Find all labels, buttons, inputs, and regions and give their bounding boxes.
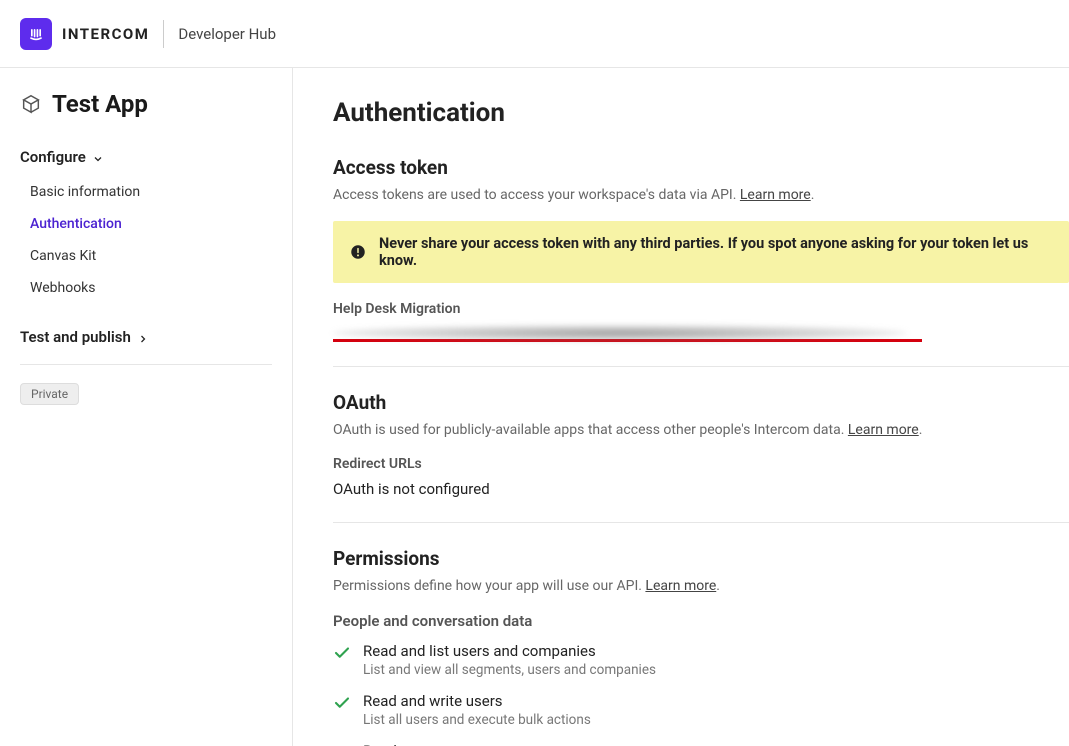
permission-title: Read and write users: [363, 692, 591, 710]
permission-row: Read and write users List all users and …: [333, 692, 1069, 728]
chevron-right-icon: [137, 331, 149, 343]
page-title: Authentication: [333, 98, 1069, 128]
divider: [163, 20, 164, 48]
oauth-desc-text: OAuth is used for publicly-available app…: [333, 422, 848, 438]
configure-subitems: Basic information Authentication Canvas …: [20, 176, 272, 304]
configure-label: Configure: [20, 148, 86, 166]
access-token-learn-more-link[interactable]: Learn more: [740, 187, 811, 203]
permissions-group-title: People and conversation data: [333, 612, 1069, 630]
sidebar-item-webhooks[interactable]: Webhooks: [30, 272, 272, 304]
hub-label[interactable]: Developer Hub: [178, 25, 276, 43]
access-token-desc: Access tokens are used to access your wo…: [333, 187, 1069, 203]
oauth-learn-more-link[interactable]: Learn more: [848, 422, 919, 438]
oauth-heading: OAuth: [333, 391, 1069, 414]
oauth-desc: OAuth is used for publicly-available app…: [333, 422, 1069, 438]
permission-text: Read and write users List all users and …: [363, 692, 591, 728]
configure-section-toggle[interactable]: Configure: [20, 148, 272, 166]
header: INTERCOM Developer Hub: [0, 0, 1069, 68]
app-title-row: Test App: [20, 90, 272, 118]
permission-sub: List all users and execute bulk actions: [363, 712, 591, 728]
permission-row: Read events List all events belonging to…: [333, 742, 1069, 746]
warning-banner: Never share your access token with any t…: [333, 221, 1069, 283]
divider: [333, 366, 1069, 367]
divider: [333, 522, 1069, 523]
sidebar-item-canvas-kit[interactable]: Canvas Kit: [30, 240, 272, 272]
permissions-heading: Permissions: [333, 547, 1069, 570]
test-publish-section-toggle[interactable]: Test and publish: [20, 328, 272, 346]
warning-text: Never share your access token with any t…: [379, 235, 1053, 269]
redirect-urls-label: Redirect URLs: [333, 456, 1069, 472]
check-icon: [333, 644, 351, 662]
sidebar-item-basic-information[interactable]: Basic information: [30, 176, 272, 208]
cube-icon: [20, 93, 42, 115]
sidebar: Test App Configure Basic information Aut…: [0, 68, 293, 746]
divider: [20, 364, 272, 365]
permission-title: Read and list users and companies: [363, 642, 656, 660]
app-title: Test App: [52, 90, 148, 118]
check-icon: [333, 694, 351, 712]
oauth-not-configured: OAuth is not configured: [333, 480, 1069, 498]
permissions-desc-text: Permissions define how your app will use…: [333, 578, 645, 594]
access-token-desc-text: Access tokens are used to access your wo…: [333, 187, 740, 203]
test-publish-label: Test and publish: [20, 328, 131, 346]
token-label: Help Desk Migration: [333, 301, 1069, 317]
layout: Test App Configure Basic information Aut…: [0, 68, 1069, 746]
permission-sub: List and view all segments, users and co…: [363, 662, 656, 678]
chevron-down-icon: [92, 151, 104, 163]
main-content: Authentication Access token Access token…: [293, 68, 1069, 746]
brand-name: INTERCOM: [62, 25, 149, 43]
permissions-desc: Permissions define how your app will use…: [333, 578, 1069, 594]
sidebar-item-authentication[interactable]: Authentication: [30, 208, 272, 240]
access-token-heading: Access token: [333, 156, 1069, 179]
warning-icon: [349, 243, 367, 261]
permission-text: Read and list users and companies List a…: [363, 642, 656, 678]
intercom-logo-icon: [20, 18, 52, 50]
permission-row: Read and list users and companies List a…: [333, 642, 1069, 678]
permissions-learn-more-link[interactable]: Learn more: [645, 578, 716, 594]
permission-text: Read events List all events belonging to…: [363, 742, 602, 746]
access-token-redacted: [333, 325, 907, 341]
private-badge: Private: [20, 383, 79, 405]
permission-title: Read events: [363, 742, 602, 746]
